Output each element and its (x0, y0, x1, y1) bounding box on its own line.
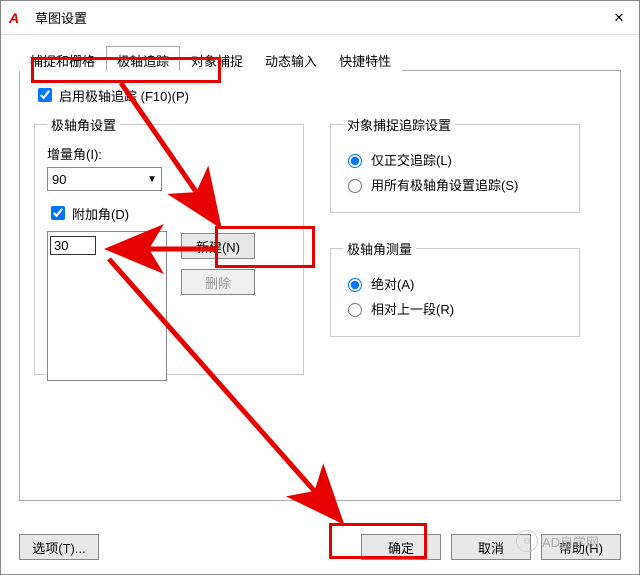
list-item[interactable]: 30 (50, 236, 96, 255)
delete-button: 删除 (181, 269, 255, 295)
tab-object-snap[interactable]: 对象捕捉 (180, 46, 254, 71)
tracking-ortho-input[interactable] (348, 154, 362, 168)
additional-angle-list[interactable]: 30 (47, 231, 167, 381)
additional-angle-label: 附加角(D) (72, 204, 129, 223)
tab-polar-tracking[interactable]: 极轴追踪 (106, 46, 180, 71)
tracking-ortho-label: 仅正交追踪(L) (371, 150, 452, 169)
enable-polar-checkbox[interactable]: 启用极轴追踪 (F10)(P) (34, 85, 189, 105)
enable-polar-input[interactable] (38, 88, 52, 102)
measure-absolute-label: 绝对(A) (371, 274, 414, 293)
measure-relative-input[interactable] (348, 303, 362, 317)
new-button[interactable]: 新建(N) (181, 233, 255, 259)
measure-relative-radio[interactable]: 相对上一段(R) (343, 299, 567, 318)
right-column: 对象捕捉追踪设置 仅正交追踪(L) 用所有极轴角设置追踪(S) 极轴角测量 (330, 115, 580, 375)
measure-absolute-input[interactable] (348, 278, 362, 292)
polar-measure-legend: 极轴角测量 (343, 239, 416, 258)
options-button[interactable]: 选项(T)... (19, 534, 99, 560)
increment-value: 90 (52, 172, 66, 187)
tab-quick-properties[interactable]: 快捷特性 (328, 46, 402, 71)
object-snap-tracking-legend: 对象捕捉追踪设置 (343, 115, 455, 134)
tracking-all-label: 用所有极轴角设置追踪(S) (371, 175, 518, 194)
tracking-ortho-radio[interactable]: 仅正交追踪(L) (343, 150, 567, 169)
polar-measure-group: 极轴角测量 绝对(A) 相对上一段(R) (330, 239, 580, 337)
cancel-button[interactable]: 取消 (451, 534, 531, 560)
polar-angle-group: 极轴角设置 增量角(I): 90 ▼ 附加角(D) 30 (34, 115, 304, 375)
window-title: 草图设置 (35, 8, 599, 27)
increment-label: 增量角(I): (47, 144, 291, 163)
close-icon: ✕ (614, 10, 625, 26)
measure-absolute-radio[interactable]: 绝对(A) (343, 274, 567, 293)
tab-bar: 捕捉和栅格 极轴追踪 对象捕捉 动态输入 快捷特性 (19, 45, 621, 71)
footer: 选项(T)... 确定 取消 帮助(H) (19, 534, 621, 560)
increment-combo[interactable]: 90 ▼ (47, 167, 162, 191)
dialog-window: A 草图设置 ✕ 捕捉和栅格 极轴追踪 对象捕捉 动态输入 快捷特性 启用极轴追… (0, 0, 640, 575)
tab-dynamic-input[interactable]: 动态输入 (254, 46, 328, 71)
chevron-down-icon: ▼ (147, 174, 157, 185)
measure-relative-label: 相对上一段(R) (371, 299, 454, 318)
angle-buttons: 新建(N) 删除 (181, 233, 255, 381)
tracking-all-radio[interactable]: 用所有极轴角设置追踪(S) (343, 175, 567, 194)
content-area: 捕捉和栅格 极轴追踪 对象捕捉 动态输入 快捷特性 启用极轴追踪 (F10)(P… (1, 35, 639, 574)
polar-angle-legend: 极轴角设置 (47, 115, 120, 134)
tab-panel: 启用极轴追踪 (F10)(P) 极轴角设置 增量角(I): 90 ▼ 附加角(D… (19, 71, 621, 501)
enable-polar-label: 启用极轴追踪 (F10)(P) (59, 86, 189, 105)
additional-angle-input[interactable] (51, 206, 65, 220)
tracking-all-input[interactable] (348, 179, 362, 193)
additional-angle-checkbox[interactable]: 附加角(D) (47, 203, 129, 223)
left-column: 极轴角设置 增量角(I): 90 ▼ 附加角(D) 30 (34, 115, 304, 375)
ok-button[interactable]: 确定 (361, 534, 441, 560)
tab-snap-grid[interactable]: 捕捉和栅格 (19, 46, 106, 71)
columns: 极轴角设置 增量角(I): 90 ▼ 附加角(D) 30 (34, 115, 606, 375)
angle-box: 30 新建(N) 删除 (47, 231, 291, 381)
close-button[interactable]: ✕ (599, 1, 639, 35)
help-button[interactable]: 帮助(H) (541, 534, 621, 560)
object-snap-tracking-group: 对象捕捉追踪设置 仅正交追踪(L) 用所有极轴角设置追踪(S) (330, 115, 580, 213)
app-icon: A (9, 11, 29, 25)
titlebar: A 草图设置 ✕ (1, 1, 639, 35)
